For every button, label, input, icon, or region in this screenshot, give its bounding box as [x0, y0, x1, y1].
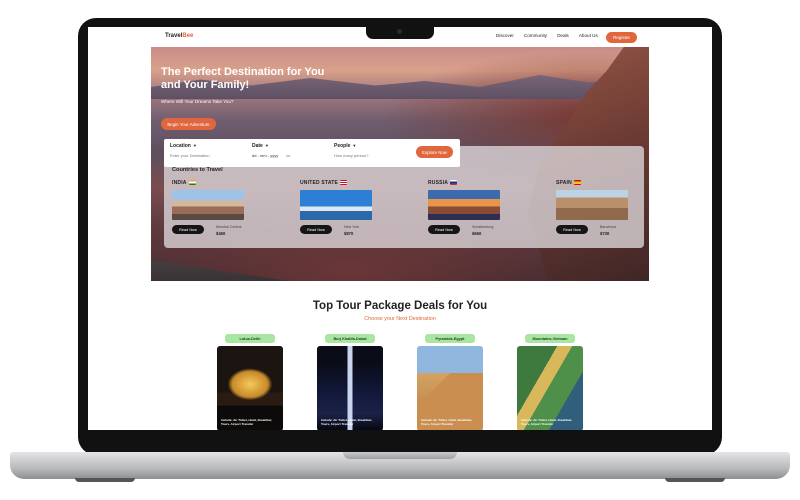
camera-notch — [366, 26, 434, 39]
country-place: New York — [344, 225, 360, 229]
country-name: SPAIN — [556, 180, 581, 186]
logo-text: Travel — [165, 33, 183, 39]
country-name: INDIA — [172, 180, 196, 186]
tour-note: Include: Air Ticket, Hotel, Breakfast, T… — [221, 418, 273, 427]
tour-image-pyramids: Include: Air Ticket, Hotel, Breakfast, T… — [417, 346, 483, 430]
tour-tag: Burj Khalifa-Dubai — [325, 334, 375, 343]
country-card-india: INDIA Read Now Mumbai Central $460 — [172, 180, 282, 240]
country-place: Schattenburg — [472, 225, 494, 229]
hero-title: The Perfect Destination for You and Your… — [161, 66, 325, 91]
country-price: $870 — [344, 231, 354, 236]
tour-note: Include: Air Ticket, Hotel, Breakfast, T… — [521, 418, 573, 427]
tours-subtitle: Choose your Next Destination — [364, 316, 436, 322]
read-now-button[interactable]: Read Now — [300, 225, 332, 234]
people-input[interactable]: How many person? — [334, 153, 368, 158]
laptop-groove — [343, 452, 457, 459]
country-name: RUSSIA — [428, 180, 458, 186]
country-image-india — [172, 190, 244, 220]
country-price: $660 — [472, 231, 482, 236]
country-card-united-state: UNITED STATE Read Now New York $870 — [300, 180, 410, 240]
hero-banner: The Perfect Destination for You and Your… — [151, 47, 649, 281]
russia-flag-icon — [450, 180, 458, 185]
chevron-down-icon: ▼ — [192, 143, 197, 148]
location-label: Location ▼ — [170, 143, 197, 149]
screen: TravelBee Discover Community Deals About… — [88, 27, 712, 430]
tours-title: Top Tour Package Deals for You — [312, 300, 488, 312]
chevron-down-icon: ▼ — [352, 143, 357, 148]
tour-image-vietnam-mountains: Include: Air Ticket, Hotel, Breakfast, T… — [517, 346, 583, 430]
register-button[interactable]: Register — [606, 32, 637, 43]
location-input[interactable]: Enter your Destination — [170, 153, 210, 158]
country-image-russia — [428, 190, 500, 220]
hero-subtitle: Where Will Your Dreams Take You? — [161, 99, 234, 104]
nav-link-discover[interactable]: Discover — [496, 33, 514, 38]
read-now-button[interactable]: Read Now — [428, 225, 460, 234]
country-image-spain — [556, 190, 628, 220]
country-price: $460 — [216, 231, 226, 236]
laptop-foot-right — [665, 478, 725, 482]
people-label: People ▼ — [334, 143, 356, 149]
tour-tag: Mountains-Vietnam — [525, 334, 575, 343]
country-card-russia: RUSSIA Read Now Schattenburg $660 — [428, 180, 538, 240]
country-name-text: INDIA — [172, 180, 187, 186]
india-flag-icon — [188, 180, 196, 185]
country-name-text: RUSSIA — [428, 180, 449, 186]
nav-menu: Discover Community Deals About Us — [496, 33, 598, 38]
tour-card-mountains-vietnam[interactable]: Mountains-Vietnam Include: Air Ticket, H… — [517, 332, 583, 430]
date-placeholder: dd - mm - yyyy — [252, 152, 279, 158]
tour-image-lotus-temple: Include: Air Ticket, Hotel, Breakfast, T… — [217, 346, 283, 430]
people-label-text: People — [334, 143, 351, 149]
country-card-spain: SPAIN Read Now Barcelona $730 — [556, 180, 649, 240]
tour-card-lotus-delhi[interactable]: Lotus-Delhi Include: Air Ticket, Hotel, … — [217, 332, 283, 430]
countries-title: Countries to Travel — [172, 167, 223, 173]
date-label: Date ▼ — [252, 143, 269, 149]
country-image-united-state — [300, 190, 372, 220]
tour-card-pyramids-egypt[interactable]: Pyramids-Egypt Include: Air Ticket, Hote… — [417, 332, 483, 430]
tour-tag: Lotus-Delhi — [225, 334, 275, 343]
logo[interactable]: TravelBee — [165, 33, 193, 39]
country-name-text: SPAIN — [556, 180, 572, 186]
begin-adventure-button[interactable]: Begin Your Adventure — [161, 118, 216, 130]
laptop-mockup: TravelBee Discover Community Deals About… — [0, 0, 800, 500]
laptop-foot-left — [75, 478, 135, 482]
read-now-button[interactable]: Read Now — [172, 225, 204, 234]
country-name: UNITED STATE — [300, 180, 348, 186]
country-name-text: UNITED STATE — [300, 180, 339, 186]
country-price: $730 — [600, 231, 610, 236]
tour-tag: Pyramids-Egypt — [425, 334, 475, 343]
camera-icon — [397, 29, 402, 34]
calendar-icon[interactable]: ▭ — [286, 153, 290, 158]
country-place: Mumbai Central — [216, 225, 242, 229]
spain-flag-icon — [573, 180, 581, 185]
search-bar: Location ▼ Enter your Destination Date ▼ d… — [164, 139, 460, 167]
nav-link-deals[interactable]: Deals — [557, 33, 569, 38]
nav-link-about-us[interactable]: About Us — [579, 33, 598, 38]
chevron-down-icon: ▼ — [264, 143, 269, 148]
usa-flag-icon — [340, 180, 348, 185]
logo-accent-text: Bee — [182, 33, 194, 39]
date-input[interactable]: dd - mm - yyyy ▭ — [252, 151, 290, 159]
date-label-text: Date — [252, 143, 263, 149]
explore-now-button[interactable]: Explore Now — [416, 146, 453, 158]
country-place: Barcelona — [600, 225, 617, 229]
tour-image-burj-khalifa: Include: Air Ticket, Hotel, Breakfast, T… — [317, 346, 383, 430]
hero-road — [151, 260, 291, 281]
nav-link-community[interactable]: Community — [524, 33, 547, 38]
tour-note: Include: Air Ticket, Hotel, Breakfast, T… — [321, 418, 373, 427]
tour-note: Include: Air Ticket, Hotel, Breakfast, T… — [421, 418, 473, 427]
tour-card-burj-khalifa-dubai[interactable]: Burj Khalifa-Dubai Include: Air Ticket, … — [317, 332, 383, 430]
location-label-text: Location — [170, 143, 191, 149]
read-now-button[interactable]: Read Now — [556, 225, 588, 234]
